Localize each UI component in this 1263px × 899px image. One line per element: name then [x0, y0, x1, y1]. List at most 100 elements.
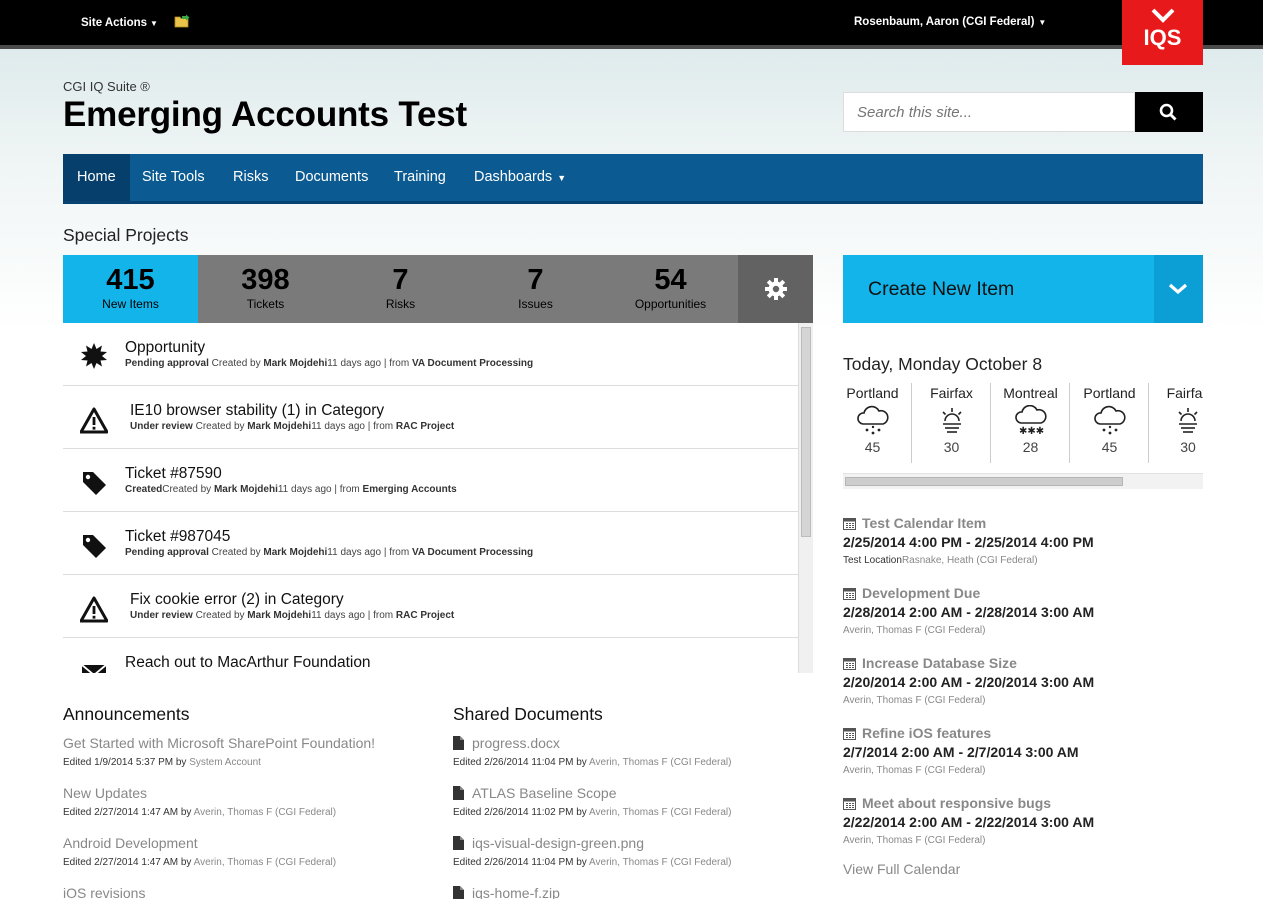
nav-site-tools[interactable]: Site Tools [128, 154, 219, 201]
nav-dashboards[interactable]: Dashboards ▼ [460, 154, 580, 201]
nav-risks[interactable]: Risks [219, 154, 282, 201]
stat-value: 415 [106, 264, 155, 296]
weather-city: Fairfax 30 [1149, 383, 1203, 463]
shared-documents-title: Shared Documents [453, 704, 603, 724]
feed-item-status: Created [125, 484, 163, 495]
stat-issues[interactable]: 7 Issues [468, 255, 603, 323]
feed-item-source: Emerging Accounts [362, 484, 457, 495]
feed-item[interactable]: IE10 browser stability (1) in Category U… [63, 386, 798, 449]
feed-item-title: Reach out to MacArthur Foundation [125, 654, 371, 671]
feed-item-status: Under review [130, 610, 193, 621]
feed-item-title: Ticket #87590 [125, 465, 222, 482]
folder-navigate-icon[interactable] [174, 14, 190, 28]
weather-scrollbar-thumb[interactable] [845, 477, 1123, 486]
stat-label: Tickets [246, 297, 285, 311]
view-full-calendar-link[interactable]: View Full Calendar [843, 861, 960, 877]
calendar-item-range: 2/7/2014 2:00 AM - 2/7/2014 3:00 AM [843, 744, 1079, 760]
nav-home[interactable]: Home [63, 154, 130, 201]
calendar-item-title: Meet about responsive bugs [862, 795, 1052, 811]
calendar-item: Increase Database Size 2/20/2014 2:00 AM… [843, 655, 1203, 706]
stat-label: Risks [385, 297, 416, 311]
weather-strip: Portland 45 Fairfax 30 Montreal ✱✱✱ 28 P… [843, 383, 1203, 465]
settings-button[interactable] [738, 255, 813, 323]
logo-text: IQS [1143, 25, 1182, 50]
warning-icon [80, 407, 108, 434]
feed-item[interactable]: Opportunity Pending approval Created by … [63, 323, 798, 386]
document-item: iqs-visual-design-green.png Edited 2/26/… [453, 835, 813, 868]
sunrise-icon [1178, 408, 1198, 433]
calendar-item-range: 2/28/2014 2:00 AM - 2/28/2014 3:00 AM [843, 604, 1095, 620]
weather-temp: 30 [943, 439, 960, 455]
stat-label: Opportunities [634, 297, 707, 311]
calendar-item-meta: Test LocationRasnake, Heath (CGI Federal… [843, 555, 1203, 566]
create-new-item-button[interactable]: Create New Item [843, 255, 1154, 323]
weather-city: Montreal ✱✱✱ 28 [992, 383, 1070, 463]
feed-item[interactable]: Fix cookie error (2) in Category Under r… [63, 575, 798, 638]
calendar-item-range: 2/20/2014 2:00 AM - 2/20/2014 3:00 AM [843, 674, 1095, 690]
document-item: iqs-home-f.zip [453, 885, 813, 899]
weather-scrollbar[interactable] [843, 473, 1203, 489]
stat-opportunities[interactable]: 54 Opportunities [603, 255, 738, 323]
feed-item-status: Pending approval [125, 547, 209, 558]
feed-item-status: Under review [130, 421, 193, 432]
document-title: ATLAS Baseline Scope [472, 785, 617, 801]
announcement-link[interactable]: iOS revisions [63, 885, 433, 899]
create-new-item-dropdown[interactable] [1154, 255, 1203, 323]
stat-tickets[interactable]: 398 Tickets [198, 255, 333, 323]
document-link[interactable]: ATLAS Baseline Scope [453, 785, 813, 801]
feed-item-age: 11 days ago | from [277, 484, 363, 495]
document-title: progress.docx [472, 735, 560, 751]
burst-icon [81, 343, 107, 369]
announcement-link[interactable]: Get Started with Microsoft SharePoint Fo… [63, 735, 433, 751]
feed-item[interactable]: Reach out to MacArthur Foundation [63, 638, 798, 673]
calendar-item-location: Test Location [843, 555, 902, 566]
document-icon [453, 886, 464, 899]
feed-item-title: IE10 browser stability (1) in Category [130, 402, 385, 419]
document-link[interactable]: progress.docx [453, 735, 813, 751]
stat-new-items[interactable]: 415 New Items [63, 255, 198, 333]
stat-label: Issues [518, 297, 553, 311]
calendar-item-title: Increase Database Size [862, 655, 1017, 671]
nav-documents[interactable]: Documents [281, 154, 382, 201]
calendar-item-person: Averin, Thomas F (CGI Federal) [843, 695, 986, 706]
announcement-link[interactable]: New Updates [63, 785, 433, 801]
feed-scrollbar-thumb[interactable] [801, 327, 811, 537]
calendar-item-link[interactable]: Development Due [843, 585, 1203, 601]
document-item: progress.docx Edited 2/26/2014 11:04 PM … [453, 735, 813, 768]
search-button[interactable] [1135, 92, 1203, 132]
feed-item[interactable]: Ticket #987045 Pending approval Created … [63, 512, 798, 575]
calendar-item-link[interactable]: Refine iOS features [843, 725, 1203, 741]
feed-item-age: 11 days ago | from [311, 610, 396, 621]
stat-risks[interactable]: 7 Risks [333, 255, 468, 323]
calendar-item-link[interactable]: Increase Database Size [843, 655, 1203, 671]
announcement-link[interactable]: Android Development [63, 835, 433, 851]
feed-item[interactable]: Ticket #87590 CreatedCreated by Mark Moj… [63, 449, 798, 512]
stat-value: 398 [241, 264, 290, 296]
top-bar-divider [0, 45, 1263, 49]
calendar-item-range: 2/25/2014 4:00 PM - 2/25/2014 4:00 PM [843, 534, 1094, 550]
calendar-item-link[interactable]: Test Calendar Item [843, 515, 1203, 531]
site-actions-menu[interactable]: Site Actions ▼ [81, 17, 158, 29]
document-title: iqs-visual-design-green.png [472, 835, 644, 851]
stats-bar: 415 New Items 398 Tickets 7 Risks 7 Issues 5… [63, 255, 813, 333]
feed-item-status: Pending approval [125, 358, 209, 369]
document-link[interactable]: iqs-visual-design-green.png [453, 835, 813, 851]
sunrise-icon [941, 408, 962, 433]
main-nav: Home Site Tools Risks Documents Training… [63, 154, 1203, 204]
feed-item-author: Mark Mojdehi [263, 547, 328, 558]
user-menu[interactable]: Rosenbaum, Aaron (CGI Federal) ▼ [854, 16, 1046, 28]
calendar-item-link[interactable]: Meet about responsive bugs [843, 795, 1203, 811]
search-input[interactable] [843, 92, 1135, 132]
document-author: Averin, Thomas F (CGI Federal) [589, 757, 732, 768]
feed-item-age: 11 days ago | from [311, 421, 396, 432]
weather-city-name: Portland [846, 385, 899, 401]
calendar-icon [843, 798, 856, 810]
nav-training[interactable]: Training [380, 154, 460, 201]
caret-down-icon: ▼ [150, 19, 158, 28]
rain-icon [856, 405, 889, 435]
announcement-edited: Edited 2/27/2014 1:47 AM by [63, 857, 194, 868]
document-link[interactable]: iqs-home-f.zip [453, 885, 813, 899]
calendar-item: Test Calendar Item 2/25/2014 4:00 PM - 2… [843, 515, 1203, 566]
iqs-logo[interactable]: IQS [1122, 0, 1203, 65]
feed-scrollbar[interactable] [798, 323, 813, 673]
